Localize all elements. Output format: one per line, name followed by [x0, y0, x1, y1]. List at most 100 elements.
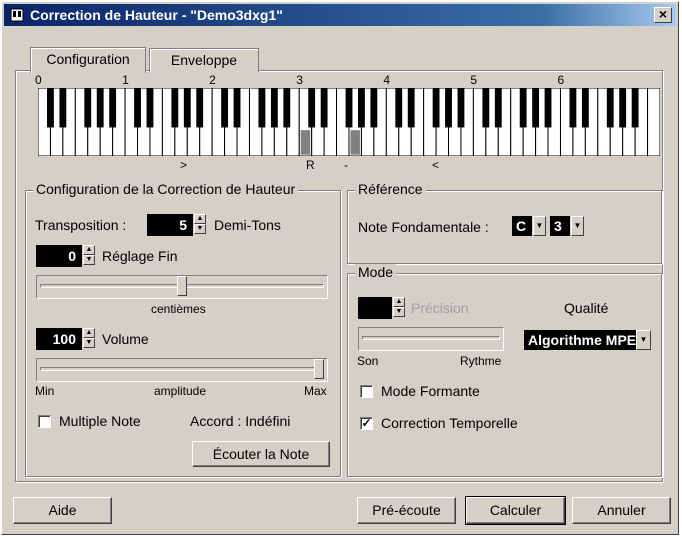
- chevron-down-icon[interactable]: ▼: [533, 216, 546, 236]
- octave-label: 0: [35, 73, 42, 87]
- black-key[interactable]: [221, 88, 229, 128]
- rythme-label: Rythme: [460, 354, 502, 368]
- black-key[interactable]: [532, 88, 540, 128]
- temporal-correction-checkbox[interactable]: ✓: [360, 417, 373, 430]
- black-key[interactable]: [457, 88, 465, 128]
- precision-spinner: ▲ ▼: [358, 297, 405, 319]
- black-key[interactable]: [134, 88, 141, 128]
- black-key[interactable]: [519, 88, 527, 128]
- black-key[interactable]: [96, 88, 104, 128]
- black-key[interactable]: [283, 88, 291, 128]
- temporal-correction-label[interactable]: Correction Temporelle: [381, 415, 518, 431]
- fundamental-note-label: Note Fondamentale :: [358, 219, 489, 235]
- spin-up-icon: ▲: [393, 297, 405, 307]
- spin-down-icon[interactable]: ▼: [83, 255, 95, 265]
- preview-button[interactable]: Pré-écoute: [357, 497, 456, 524]
- chevron-down-icon[interactable]: ▼: [571, 216, 584, 236]
- marker-low: >: [180, 158, 188, 172]
- volume-caption: amplitude: [154, 384, 207, 398]
- tab-enveloppe[interactable]: Enveloppe: [149, 48, 259, 72]
- fine-tune-value[interactable]: 0: [36, 245, 82, 267]
- fine-tune-slider[interactable]: [36, 275, 328, 299]
- volume-value[interactable]: 100: [36, 328, 82, 350]
- cancel-button[interactable]: Annuler: [572, 497, 671, 524]
- black-key[interactable]: [569, 88, 577, 128]
- fundamental-note-value[interactable]: C: [512, 216, 532, 236]
- white-key[interactable]: [647, 88, 660, 156]
- tab-configuration[interactable]: Configuration: [30, 47, 146, 73]
- black-key[interactable]: [345, 88, 353, 128]
- fine-tune-spinner[interactable]: 0 ▲ ▼: [36, 245, 96, 267]
- formant-mode-checkbox[interactable]: [360, 385, 373, 398]
- spin-up-icon[interactable]: ▲: [83, 245, 95, 255]
- octave-label: 1: [122, 73, 129, 87]
- listen-note-button[interactable]: Écouter la Note: [192, 441, 330, 467]
- black-key[interactable]: [146, 88, 154, 128]
- black-key[interactable]: [370, 88, 378, 128]
- black-key[interactable]: [606, 88, 614, 128]
- spin-up-icon[interactable]: ▲: [83, 328, 95, 338]
- marker-high: <: [432, 158, 440, 172]
- octave-select[interactable]: 3 ▼: [550, 216, 584, 236]
- calculate-button[interactable]: Calculer: [465, 496, 566, 525]
- black-key[interactable]: [482, 88, 490, 128]
- fine-tune-slider-thumb[interactable]: [177, 276, 187, 296]
- multiple-note-label[interactable]: Multiple Note: [59, 413, 141, 429]
- keyboard-area: 0 1 2 3 4 5 6 > R - <: [24, 73, 660, 172]
- transposition-value[interactable]: 5: [147, 214, 193, 236]
- black-key[interactable]: [445, 88, 452, 128]
- volume-slider-thumb[interactable]: [314, 359, 324, 379]
- spin-down-icon[interactable]: ▼: [194, 224, 206, 234]
- formant-mode-label[interactable]: Mode Formante: [381, 383, 480, 399]
- octave-value[interactable]: 3: [550, 216, 570, 236]
- black-key[interactable]: [407, 88, 415, 128]
- mode-legend: Mode: [355, 264, 397, 280]
- black-key[interactable]: [320, 88, 328, 128]
- black-key[interactable]: [544, 88, 552, 128]
- black-key[interactable]: [183, 88, 191, 128]
- quality-select[interactable]: Algorithme MPEX ▼: [524, 330, 652, 350]
- window-title: Correction de Hauteur - "Demo3dxg1": [30, 7, 283, 23]
- quality-value[interactable]: Algorithme MPEX: [524, 330, 636, 350]
- black-key[interactable]: [84, 88, 92, 128]
- precision-value: [358, 297, 392, 319]
- title-bar[interactable]: Correction de Hauteur - "Demo3dxg1" ×: [4, 4, 676, 26]
- transposition-spinner[interactable]: 5 ▲ ▼: [147, 214, 207, 236]
- black-key[interactable]: [631, 88, 639, 128]
- black-key[interactable]: [432, 88, 440, 128]
- marker-dash: -: [344, 158, 348, 172]
- black-key[interactable]: [109, 88, 117, 128]
- fundamental-note-select[interactable]: C ▼: [512, 216, 546, 236]
- chord-text: Accord : Indéfini: [190, 413, 291, 429]
- close-button[interactable]: ×: [654, 7, 672, 23]
- black-key[interactable]: [494, 88, 502, 128]
- octave-label: 4: [383, 73, 390, 87]
- black-key[interactable]: [308, 88, 316, 128]
- volume-slider[interactable]: [36, 358, 328, 382]
- black-key[interactable]: [395, 88, 403, 128]
- spin-down-icon[interactable]: ▼: [83, 338, 95, 348]
- black-key[interactable]: [581, 88, 589, 128]
- black-key[interactable]: [270, 88, 278, 128]
- black-key[interactable]: [47, 88, 54, 128]
- fine-tune-label: Réglage Fin: [102, 248, 178, 264]
- black-key[interactable]: [619, 88, 627, 128]
- black-key[interactable]: [59, 88, 67, 128]
- correction-legend: Configuration de la Correction de Hauteu…: [33, 181, 299, 197]
- help-button[interactable]: Aide: [13, 497, 112, 524]
- black-key[interactable]: [258, 88, 266, 128]
- black-key[interactable]: [196, 88, 204, 128]
- chevron-down-icon[interactable]: ▼: [636, 330, 651, 350]
- quality-label: Qualité: [564, 300, 609, 316]
- son-label: Son: [357, 354, 379, 368]
- dialog-window: Correction de Hauteur - "Demo3dxg1" × Co…: [1, 1, 679, 535]
- multiple-note-checkbox[interactable]: [38, 415, 51, 428]
- black-key[interactable]: [233, 88, 241, 128]
- spin-up-icon[interactable]: ▲: [194, 214, 206, 224]
- piano-keyboard[interactable]: [38, 88, 660, 156]
- volume-spinner[interactable]: 100 ▲ ▼: [36, 328, 96, 350]
- volume-max-label: Max: [304, 384, 327, 398]
- black-key[interactable]: [358, 88, 365, 128]
- spin-down-icon: ▼: [393, 307, 405, 317]
- black-key[interactable]: [171, 88, 179, 128]
